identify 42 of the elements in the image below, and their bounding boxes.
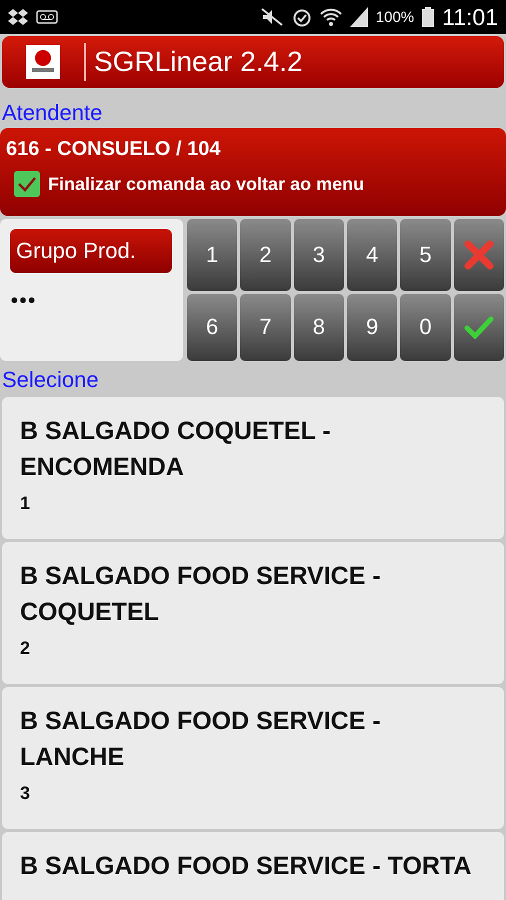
- digit-key[interactable]: 0: [400, 294, 451, 361]
- item-code: 2: [20, 638, 30, 659]
- section-label: Atendente: [2, 100, 102, 125]
- item-title: B SALGADO COQUETEL - ENCOMENDA: [20, 416, 332, 483]
- cross-icon: [464, 240, 494, 270]
- digit-key[interactable]: 8: [294, 294, 344, 361]
- list-item[interactable]: B SALGADO FOOD SERVICE - TORTA: [2, 832, 504, 900]
- battery-icon: [422, 7, 434, 27]
- item-title: B SALGADO FOOD SERVICE - COQUETEL: [20, 561, 382, 628]
- checkbox[interactable]: [14, 171, 40, 197]
- attendant-name: 616 - CONSUELO / 104: [6, 137, 221, 161]
- app-title: SGRLinear 2.4.2: [94, 46, 303, 78]
- digit-key[interactable]: 4: [346, 219, 398, 290]
- list-item[interactable]: B SALGADO COQUETEL - ENCOMENDA 1: [2, 397, 504, 539]
- voicemail-icon: [36, 10, 58, 24]
- cancel-key[interactable]: [454, 219, 504, 290]
- mute-icon: [260, 7, 284, 27]
- digit-key[interactable]: 5: [400, 219, 451, 290]
- digit-key[interactable]: 7: [240, 294, 291, 361]
- wifi-icon: [320, 7, 342, 27]
- digit-key[interactable]: 3: [294, 219, 344, 290]
- check-icon: [464, 315, 494, 340]
- item-code: 1: [20, 493, 30, 514]
- digit-key[interactable]: 9: [346, 294, 398, 361]
- list-item[interactable]: B SALGADO FOOD SERVICE - COQUETEL 2: [2, 542, 504, 684]
- digit-key[interactable]: 2: [240, 219, 291, 290]
- list-item[interactable]: B SALGADO FOOD SERVICE - LANCHE 3: [2, 687, 504, 829]
- digit-key[interactable]: 1: [187, 219, 238, 290]
- signal-icon: [350, 7, 368, 27]
- section-label: Selecione: [2, 367, 99, 392]
- alarm-icon: [292, 7, 312, 27]
- checkbox-label: Finalizar comanda ao voltar ao menu: [48, 174, 364, 194]
- group-button[interactable]: Grupo Prod.: [10, 229, 172, 273]
- item-title: B SALGADO FOOD SERVICE - TORTA: [20, 851, 472, 882]
- battery-percent: 100%: [376, 8, 414, 26]
- clock: 11:01: [442, 4, 498, 30]
- confirm-key[interactable]: [454, 294, 504, 361]
- dropbox-icon: [8, 8, 28, 26]
- group-value: •••: [10, 287, 36, 315]
- item-title: B SALGADO FOOD SERVICE - LANCHE: [20, 706, 382, 773]
- digit-key[interactable]: 6: [187, 294, 238, 361]
- item-code: 3: [20, 783, 30, 804]
